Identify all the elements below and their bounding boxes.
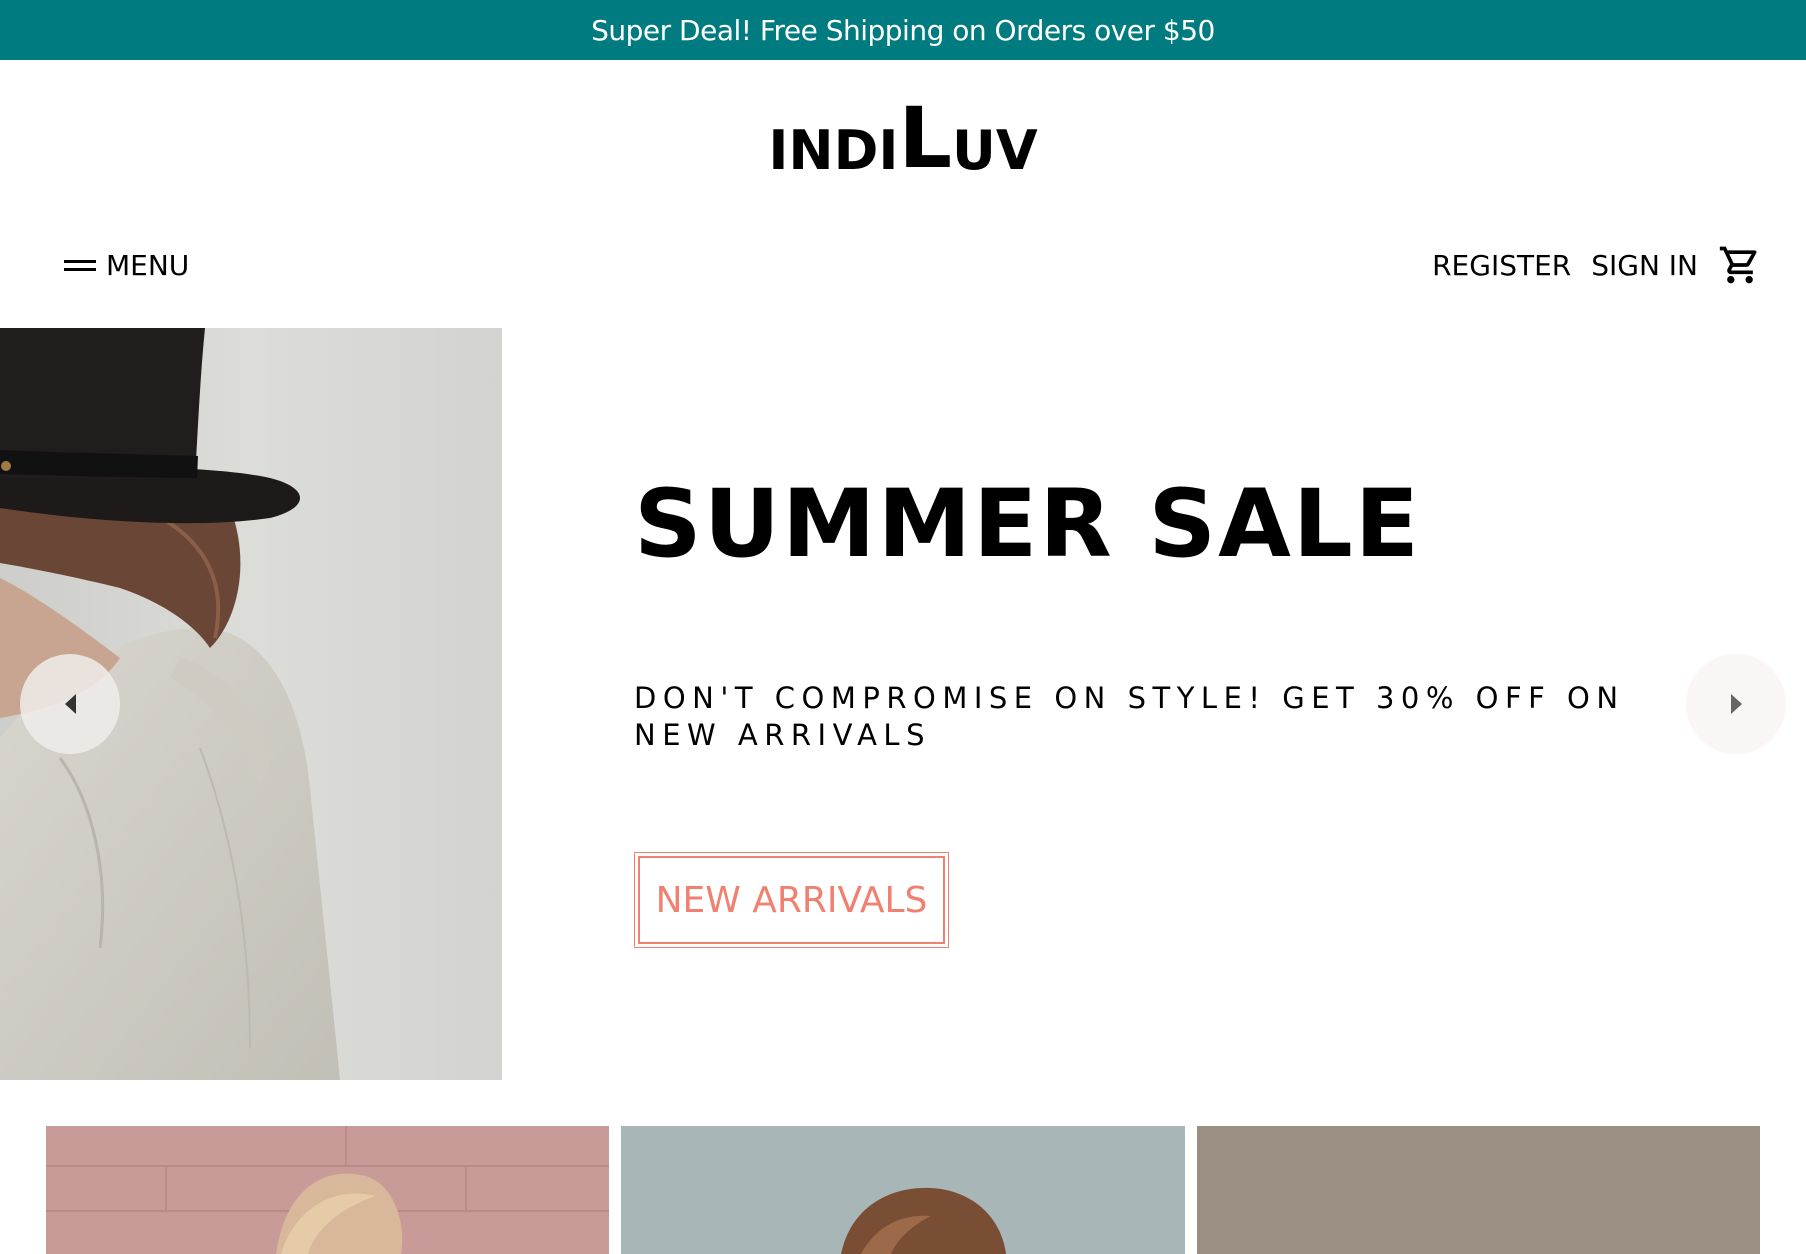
logo-part-3: UV: [952, 119, 1038, 182]
announcement-bar: Super Deal! Free Shipping on Orders over…: [0, 0, 1806, 60]
logo-part-2: L: [898, 89, 953, 187]
chevron-left-icon: [64, 694, 76, 714]
hero-title: SUMMER SALE: [634, 470, 1421, 579]
announcement-text: Super Deal! Free Shipping on Orders over…: [591, 13, 1215, 47]
product-photo-3: [1197, 1126, 1760, 1254]
chevron-right-icon: [1730, 694, 1742, 714]
hamburger-icon: [64, 258, 96, 272]
carousel-prev-button[interactable]: [20, 654, 120, 754]
product-tile-1[interactable]: [46, 1126, 609, 1254]
product-photo-2: [621, 1126, 1185, 1254]
brand-logo[interactable]: INDI L UV: [0, 88, 1806, 187]
menu-button[interactable]: MENU: [64, 245, 189, 285]
carousel-next-button[interactable]: [1686, 654, 1786, 754]
hero-subtitle: DON'T COMPROMISE ON STYLE! GET 30% OFF O…: [634, 681, 1625, 752]
product-tile-2[interactable]: [621, 1126, 1185, 1254]
shopping-cart-icon[interactable]: [1718, 243, 1762, 287]
register-link[interactable]: REGISTER: [1432, 249, 1571, 282]
account-nav: REGISTER SIGN IN: [1432, 242, 1762, 288]
sign-in-link[interactable]: SIGN IN: [1591, 249, 1698, 282]
new-arrivals-label: NEW ARRIVALS: [638, 856, 945, 944]
product-photo-1: [46, 1126, 609, 1254]
new-arrivals-button[interactable]: NEW ARRIVALS: [634, 852, 949, 948]
logo-part-1: INDI: [768, 119, 899, 182]
product-tile-3[interactable]: [1197, 1126, 1760, 1254]
menu-label: MENU: [106, 248, 190, 282]
